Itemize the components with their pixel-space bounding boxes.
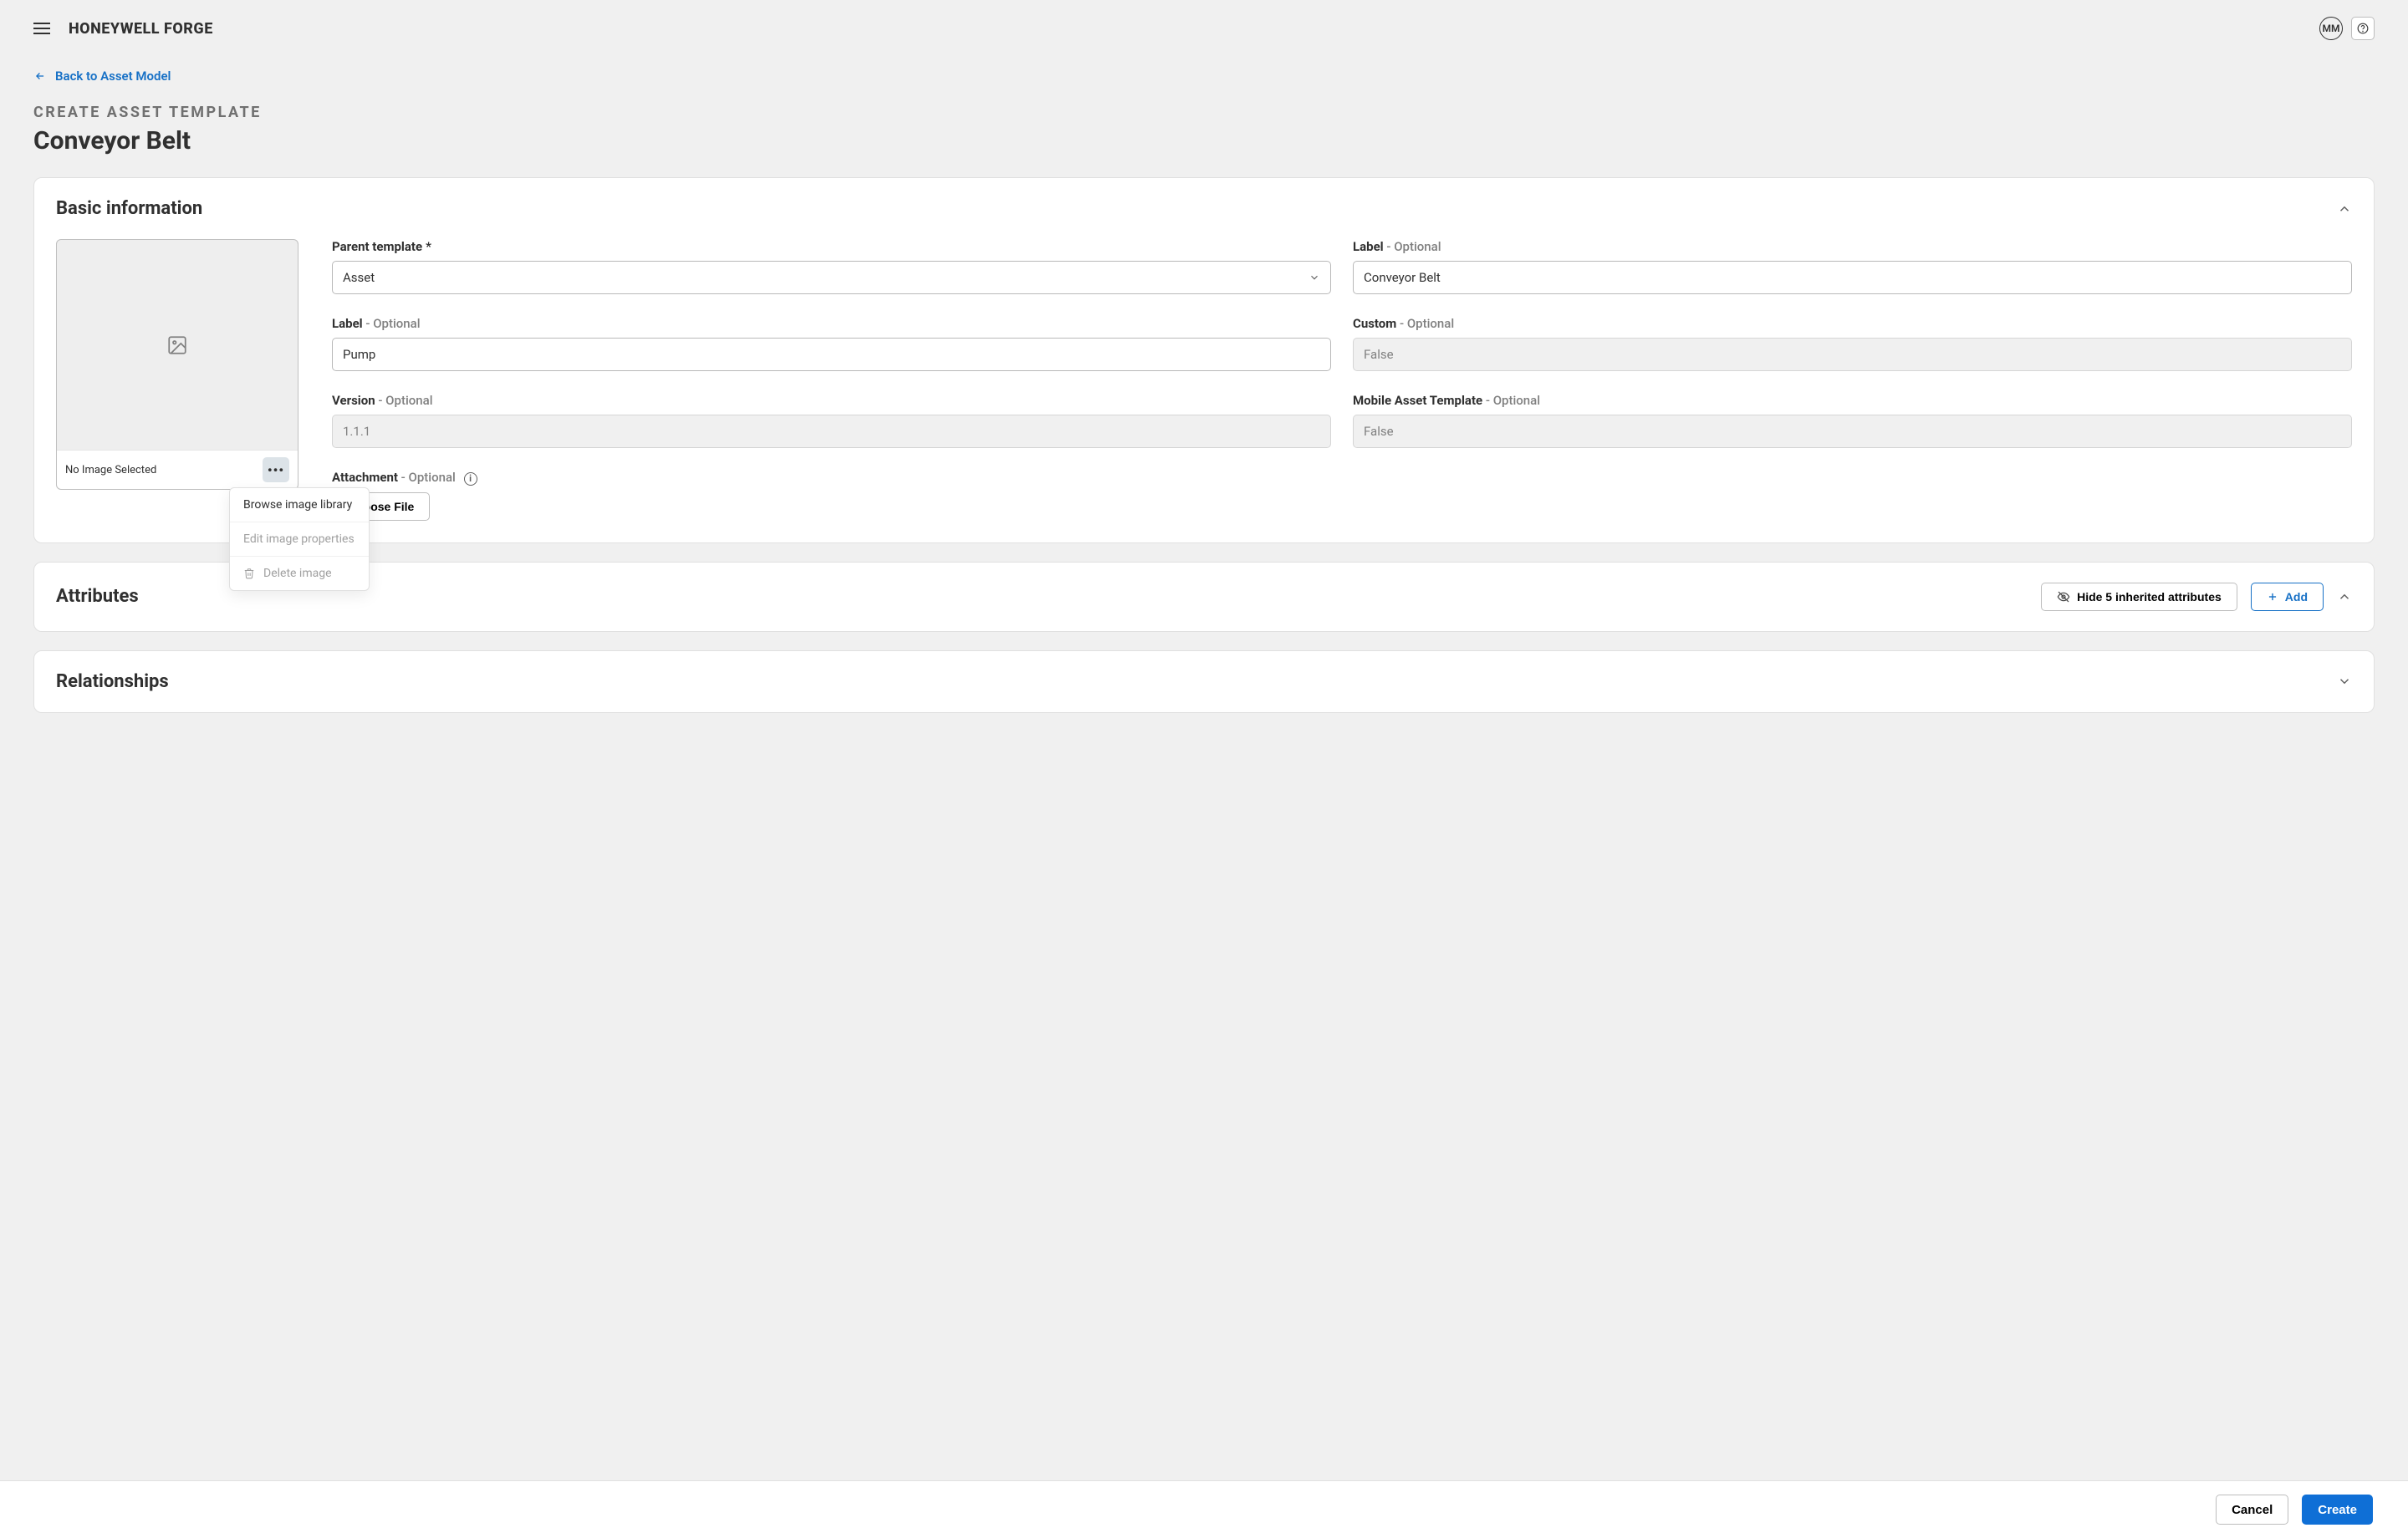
help-button[interactable] — [2351, 17, 2375, 40]
menu-browse-image-library[interactable]: Browse image library — [230, 488, 369, 522]
chevron-down-icon — [2337, 674, 2352, 689]
attachment-label: Attachment - Optional i — [332, 470, 1331, 486]
mobile-template-input: False — [1353, 415, 2352, 448]
image-context-menu: Browse image library Edit image properti… — [229, 487, 370, 591]
version-value: 1.1.1 — [343, 424, 370, 439]
mobile-template-label: Mobile Asset Template - Optional — [1353, 393, 2352, 408]
chevron-up-icon — [2337, 589, 2352, 604]
relationships-card: Relationships — [33, 650, 2375, 713]
basic-info-card: Basic information No Image Selected •• — [33, 177, 2375, 543]
brand-logo: HONEYWELL FORGE — [69, 20, 213, 38]
menu-delete-image-label: Delete image — [263, 567, 332, 580]
page-title: Conveyor Belt — [33, 126, 2375, 155]
menu-delete-image: Delete image — [230, 556, 369, 590]
custom-label: Custom - Optional — [1353, 316, 2352, 331]
label-left-value: Pump — [343, 347, 375, 362]
parent-template-label: Parent template* — [332, 239, 1331, 254]
dots-icon: ••• — [268, 462, 284, 478]
hide-inherited-button[interactable]: Hide 5 inherited attributes — [2041, 583, 2237, 611]
version-label: Version - Optional — [332, 393, 1331, 408]
hide-inherited-label: Hide 5 inherited attributes — [2077, 590, 2222, 603]
label-right-label: Label - Optional — [1353, 239, 2352, 254]
user-avatar[interactable]: MM — [2319, 17, 2343, 40]
basic-info-title: Basic information — [56, 198, 202, 219]
custom-input: False — [1353, 338, 2352, 371]
page-eyebrow: CREATE ASSET TEMPLATE — [33, 104, 2375, 121]
info-icon[interactable]: i — [464, 472, 477, 486]
expand-relationships[interactable] — [2337, 674, 2352, 689]
label-right-input[interactable]: Conveyor Belt — [1353, 261, 2352, 294]
label-right-value: Conveyor Belt — [1364, 270, 1441, 285]
image-upload-well: No Image Selected ••• — [56, 239, 298, 490]
plus-icon — [2267, 591, 2278, 603]
relationships-title: Relationships — [56, 671, 169, 692]
chevron-down-icon — [1309, 272, 1320, 283]
arrow-left-icon — [33, 70, 47, 82]
eye-off-icon — [2057, 590, 2070, 603]
version-input: 1.1.1 — [332, 415, 1331, 448]
back-link[interactable]: Back to Asset Model — [33, 57, 171, 104]
parent-template-value: Asset — [343, 270, 375, 285]
create-button[interactable]: Create — [2302, 1495, 2373, 1525]
label-left-input[interactable]: Pump — [332, 338, 1331, 371]
help-icon — [2357, 23, 2369, 34]
label-left-label: Label - Optional — [332, 316, 1331, 331]
custom-value: False — [1364, 347, 1394, 362]
trash-icon — [243, 568, 255, 579]
image-placeholder-icon — [166, 334, 188, 356]
attributes-card: Attributes Hide 5 inherited attributes A… — [33, 562, 2375, 632]
add-attribute-button[interactable]: Add — [2251, 583, 2324, 611]
cancel-button[interactable]: Cancel — [2216, 1495, 2288, 1525]
image-menu-button[interactable]: ••• — [263, 457, 289, 482]
collapse-basic-info[interactable] — [2337, 201, 2352, 216]
menu-toggle[interactable] — [33, 23, 50, 34]
attributes-title: Attributes — [56, 586, 139, 607]
menu-edit-image-properties: Edit image properties — [230, 522, 369, 556]
back-link-label: Back to Asset Model — [55, 69, 171, 84]
image-placeholder-label: No Image Selected — [65, 464, 156, 476]
footer-action-bar: Cancel Create — [0, 1481, 2408, 1538]
mobile-template-value: False — [1364, 424, 1394, 439]
parent-template-select[interactable]: Asset — [332, 261, 1331, 294]
add-attribute-label: Add — [2285, 590, 2308, 603]
collapse-attributes[interactable] — [2337, 589, 2352, 604]
chevron-up-icon — [2337, 201, 2352, 216]
